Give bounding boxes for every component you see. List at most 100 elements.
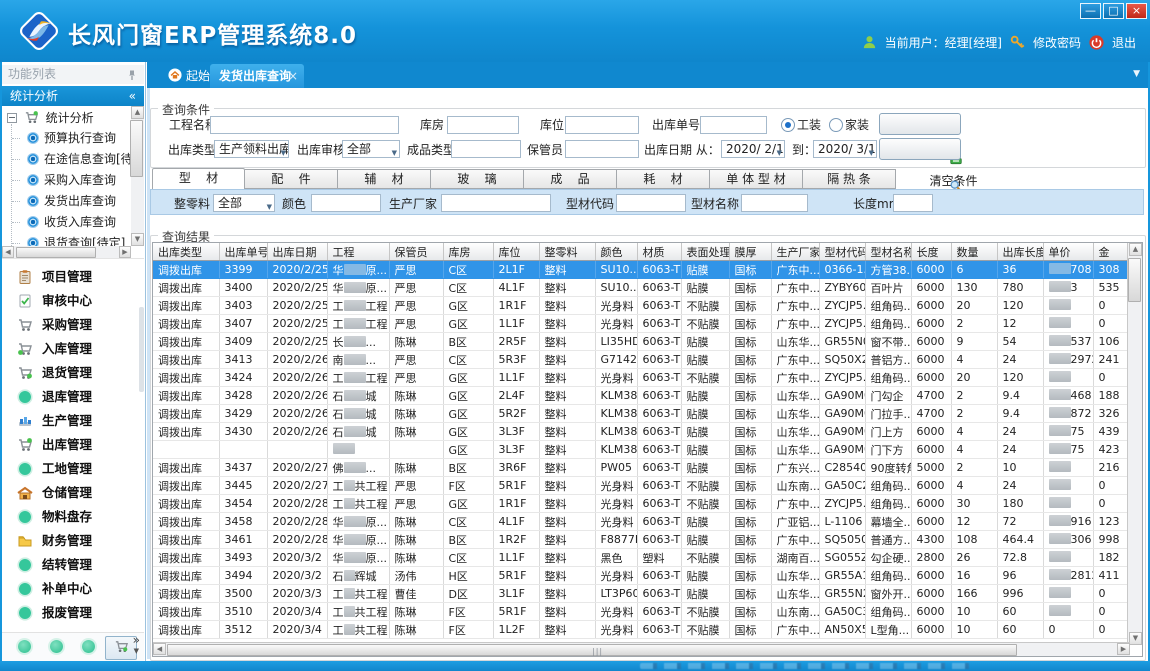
profile-code-input[interactable]	[616, 194, 686, 212]
grid-hscroll-thumb[interactable]: |||	[167, 644, 1017, 656]
column-header[interactable]: 出库长度	[997, 243, 1043, 261]
module-item[interactable]: 物料盘存	[2, 505, 144, 529]
scroll-up-icon[interactable]: ▲	[131, 106, 144, 119]
module-item[interactable]: 工地管理	[2, 457, 144, 481]
table-row[interactable]: 调拨出库34452020/2/27工共工程严思F区5R1F整料光身料6063-T…	[153, 477, 1130, 495]
column-header[interactable]: 型材代码	[819, 243, 865, 261]
tree-scroll-thumb[interactable]	[130, 120, 143, 177]
jiazhuang-radio[interactable]	[829, 118, 843, 132]
module-item[interactable]: 补单中心	[2, 577, 144, 601]
maximize-button[interactable]: □	[1103, 3, 1124, 19]
module-item[interactable]: 出库管理	[2, 433, 144, 457]
tree-horizontal-scrollbar[interactable]: ◀ ▶	[2, 246, 131, 258]
project-name-input[interactable]	[210, 116, 399, 134]
table-row[interactable]: 调拨出库34072020/2/25工工程严思G区1L1F整料光身料6063-T5…	[153, 315, 1130, 333]
sidebar-section-header[interactable]: 统计分析 «	[2, 86, 144, 106]
material-tab[interactable]: 隔 热 条	[803, 169, 896, 189]
module-item[interactable]: 财务管理	[2, 529, 144, 553]
scroll-up-icon[interactable]: ▲	[1129, 243, 1142, 256]
column-header[interactable]: 膜厚	[729, 243, 771, 261]
table-row[interactable]: G区3L3F整料KLM38176063-T5贴膜国标山东华...GA90M09.…	[153, 441, 1130, 459]
expander-icon[interactable]	[7, 113, 17, 123]
table-row[interactable]: 调拨出库33992020/2/25华原...严思C区2L1F整料SU10...6…	[153, 261, 1130, 279]
scroll-down-icon[interactable]: ▼	[1129, 632, 1142, 645]
module-item[interactable]: 报废管理	[2, 601, 144, 625]
scroll-down-icon[interactable]: ▼	[131, 233, 144, 246]
tree-item[interactable]: 采购入库查询	[2, 170, 131, 191]
table-row[interactable]: 调拨出库34092020/2/25长...陈琳B区2R5F整料LI35HD606…	[153, 333, 1130, 351]
scroll-right-icon[interactable]: ▶	[119, 246, 131, 258]
maker-input[interactable]	[441, 194, 551, 212]
tree-item[interactable]: 发货出库查询	[2, 191, 131, 212]
green-dot-icon[interactable]	[82, 640, 95, 653]
green-dot-icon[interactable]	[50, 640, 63, 653]
close-window-button[interactable]: ×	[1126, 3, 1147, 19]
module-item[interactable]: 结转管理	[2, 553, 144, 577]
column-header[interactable]: 表面处理	[681, 243, 729, 261]
column-header[interactable]: 生产厂家	[771, 243, 819, 261]
table-row[interactable]: 调拨出库34612020/2/28华原...陈琳B区1R2F整料F8877FT6…	[153, 531, 1130, 549]
table-row[interactable]: 调拨出库34132020/2/26南...严思C区5R3F整料G71422606…	[153, 351, 1130, 369]
column-header[interactable]: 库位	[493, 243, 539, 261]
module-item[interactable]: 仓储管理	[2, 481, 144, 505]
table-row[interactable]: 调拨出库34002020/2/25华原...严思C区4L1F整料SU10...6…	[153, 279, 1130, 297]
location-input[interactable]	[565, 116, 639, 134]
material-tab[interactable]: 型 材	[152, 168, 245, 189]
scroll-left-icon[interactable]: ◀	[2, 246, 14, 258]
tab-shipping-outbound-query[interactable]: 发货出库查询 ×	[210, 64, 304, 88]
tree-hscroll-thumb[interactable]	[16, 247, 96, 258]
table-row[interactable]: 调拨出库34032020/2/25工工程严思G区1R1F整料光身料6063-T5…	[153, 297, 1130, 315]
logout-link[interactable]: 退出	[1112, 34, 1136, 51]
table-row[interactable]: 调拨出库35102020/3/4工共工程陈琳F区5R1F整料光身料6063-T5…	[153, 603, 1130, 621]
column-header[interactable]: 数量	[951, 243, 997, 261]
warehouse-input[interactable]	[447, 116, 519, 134]
tree-vertical-scrollbar[interactable]: ▲ ▼	[131, 106, 144, 246]
search-button[interactable]: 查 询	[879, 138, 961, 160]
column-header[interactable]: 长度	[911, 243, 951, 261]
table-row[interactable]: 调拨出库34542020/2/28工共工程严思G区1R1F整料光身料6063-T…	[153, 495, 1130, 513]
collapse-icon[interactable]: «	[129, 86, 136, 106]
scroll-left-icon[interactable]: ◀	[153, 643, 166, 655]
order-no-input[interactable]	[700, 116, 767, 134]
green-dot-icon[interactable]	[18, 640, 31, 653]
table-row[interactable]: 调拨出库34292020/2/26石城陈琳G区5R2F整料KLM38176063…	[153, 405, 1130, 423]
table-row[interactable]: 调拨出库34932020/3/2华原...陈琳C区1L1F整料黑色塑料不贴膜国标…	[153, 549, 1130, 567]
material-tab[interactable]: 辅 材	[338, 169, 431, 189]
material-tab[interactable]: 单 体 型 材	[710, 169, 803, 189]
length-input[interactable]	[893, 194, 933, 212]
table-row[interactable]: 调拨出库34372020/2/27佛...陈琳B区3R6F整料PW056063-…	[153, 459, 1130, 477]
date-to-select[interactable]: 2020/ 3/16 ▼	[813, 140, 877, 158]
scroll-right-icon[interactable]: ▶	[1117, 643, 1130, 655]
column-header[interactable]: 保管员	[389, 243, 443, 261]
clear-conditions-button[interactable]: 清空条件	[879, 113, 961, 135]
footer-overflow-chevron[interactable]: » ▼	[133, 635, 140, 657]
material-tab[interactable]: 玻 璃	[431, 169, 524, 189]
column-header[interactable]: 出库单号	[219, 243, 267, 261]
column-header[interactable]: 金	[1093, 243, 1130, 261]
table-row[interactable]: 调拨出库34302020/2/26石城陈琳G区3L3F整料KLM38176063…	[153, 423, 1130, 441]
grid-horizontal-scrollbar[interactable]: ◀ ||| ▶	[153, 642, 1130, 656]
column-header[interactable]: 单价	[1043, 243, 1093, 261]
material-tab[interactable]: 耗 材	[617, 169, 710, 189]
sidebar-scrollbar[interactable]	[139, 307, 144, 392]
tab-close-icon[interactable]: ×	[288, 64, 298, 88]
grid-vertical-scrollbar[interactable]: ▲ ▼	[1127, 243, 1142, 645]
change-password-link[interactable]: 修改密码	[1033, 34, 1081, 51]
gongzhuang-radio[interactable]	[781, 118, 795, 132]
column-header[interactable]: 整零料	[539, 243, 595, 261]
table-row[interactable]: 调拨出库34282020/2/26石城陈琳G区2L4F整料KLM38176063…	[153, 387, 1130, 405]
column-header[interactable]: 工程	[327, 243, 389, 261]
material-tab[interactable]: 成 品	[524, 169, 617, 189]
tree-root[interactable]: 统计分析	[2, 108, 94, 128]
pin-icon[interactable]	[126, 68, 138, 80]
module-item[interactable]: 生产管理	[2, 409, 144, 433]
column-header[interactable]: 库房	[443, 243, 493, 261]
table-row[interactable]: 调拨出库34582020/2/28华原...陈琳C区4L1F整料光身料6063-…	[153, 513, 1130, 531]
outbound-audit-select[interactable]: 全部 ▼	[342, 140, 400, 158]
table-row[interactable]: 调拨出库35002020/3/3工共工程曹佳D区3L1F整料LT3P606063…	[153, 585, 1130, 603]
material-tab[interactable]: 配 件	[245, 169, 338, 189]
module-item[interactable]: 退货管理	[2, 361, 144, 385]
module-item[interactable]: 入库管理	[2, 337, 144, 361]
outbound-type-select[interactable]: 生产领料出库 ▼	[214, 140, 289, 158]
table-row[interactable]: 调拨出库35122020/3/4工共工程陈琳F区1L2F整料光身料6063-T5…	[153, 621, 1130, 639]
